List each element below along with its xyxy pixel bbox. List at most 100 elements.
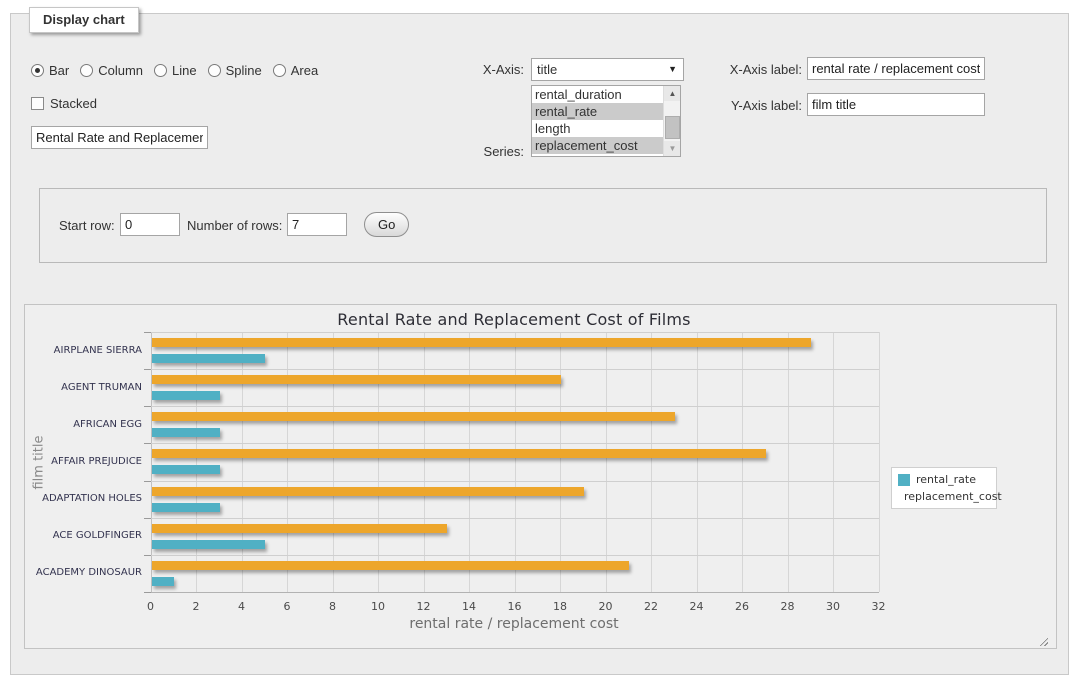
scrollbar-thumb[interactable] bbox=[665, 116, 680, 139]
bar-replacement_cost-6 bbox=[152, 561, 630, 570]
y-axis-label-caption: Y-Axis label: bbox=[669, 98, 802, 113]
x-axis-label-input[interactable] bbox=[807, 57, 985, 80]
x-axis-select[interactable]: title ▼ bbox=[531, 58, 684, 81]
chart-title: Rental Rate and Replacement Cost of Film… bbox=[150, 310, 878, 329]
gridline-v bbox=[333, 332, 334, 592]
bar-rental_rate-0 bbox=[152, 354, 266, 363]
radio-icon[interactable] bbox=[154, 64, 167, 77]
gridline-v bbox=[697, 332, 698, 592]
x-tick-label: 12 bbox=[409, 600, 439, 613]
x-tick-label: 30 bbox=[818, 600, 848, 613]
go-button[interactable]: Go bbox=[364, 212, 409, 237]
y-axis-tick bbox=[144, 555, 151, 556]
series-scrollbar[interactable]: ▲ ▼ bbox=[663, 86, 680, 156]
x-tick-label: 6 bbox=[272, 600, 302, 613]
gridline-h bbox=[151, 443, 879, 444]
legend-label: replacement_cost bbox=[904, 490, 1002, 503]
gridline-v bbox=[742, 332, 743, 592]
gridline-h bbox=[151, 332, 879, 333]
num-rows-input[interactable] bbox=[287, 213, 347, 236]
gridline-v bbox=[378, 332, 379, 592]
radio-icon[interactable] bbox=[273, 64, 286, 77]
gridline-v bbox=[788, 332, 789, 592]
chart-type-radio-group: Bar Column Line Spline Area bbox=[31, 63, 318, 78]
radio-label: Column bbox=[98, 63, 143, 78]
radio-label: Spline bbox=[226, 63, 262, 78]
bar-rental_rate-4 bbox=[152, 503, 220, 512]
gridline-h bbox=[151, 406, 879, 407]
x-tick-label: 10 bbox=[363, 600, 393, 613]
radio-icon[interactable] bbox=[80, 64, 93, 77]
category-label: ADAPTATION HOLES bbox=[25, 493, 142, 504]
scrollbar-down-icon[interactable]: ▼ bbox=[664, 141, 681, 156]
gridline-h bbox=[151, 592, 879, 593]
bar-replacement_cost-1 bbox=[152, 375, 561, 384]
chart-type-radio-column[interactable]: Column bbox=[80, 63, 143, 78]
x-axis-title: rental rate / replacement cost bbox=[150, 616, 878, 632]
chart-type-radio-area[interactable]: Area bbox=[273, 63, 318, 78]
x-tick-label: 22 bbox=[636, 600, 666, 613]
series-option-replacement_cost[interactable]: replacement_cost bbox=[532, 137, 663, 154]
y-axis-label-input[interactable] bbox=[807, 93, 985, 116]
bar-rental_rate-3 bbox=[152, 465, 220, 474]
display-chart-fieldset: Display chart BarColumnLineSplineArea St… bbox=[10, 13, 1069, 675]
x-tick-label: 18 bbox=[545, 600, 575, 613]
category-label: AIRPLANE SIERRA bbox=[25, 345, 142, 356]
x-tick-label: 16 bbox=[500, 600, 530, 613]
x-tick-label: 32 bbox=[864, 600, 894, 613]
bar-rental_rate-1 bbox=[152, 391, 220, 400]
x-tick-label: 4 bbox=[227, 600, 257, 613]
series-option-length[interactable]: length bbox=[532, 120, 663, 137]
gridline-v bbox=[424, 332, 425, 592]
radio-icon[interactable] bbox=[31, 64, 44, 77]
gridline-v bbox=[606, 332, 607, 592]
gridline-v bbox=[515, 332, 516, 592]
y-axis-tick bbox=[144, 369, 151, 370]
gridline-v bbox=[651, 332, 652, 592]
stacked-checkbox[interactable] bbox=[31, 97, 44, 110]
start-row-input[interactable] bbox=[120, 213, 180, 236]
stacked-checkbox-row[interactable]: Stacked bbox=[31, 96, 97, 111]
bar-replacement_cost-0 bbox=[152, 338, 812, 347]
bar-replacement_cost-5 bbox=[152, 524, 448, 533]
radio-label: Bar bbox=[49, 63, 69, 78]
y-axis-tick bbox=[144, 332, 151, 333]
gridline-v bbox=[287, 332, 288, 592]
bar-rental_rate-6 bbox=[152, 577, 175, 586]
gridline-h bbox=[151, 518, 879, 519]
gridline-h bbox=[151, 481, 879, 482]
legend-item-rental_rate[interactable]: rental_rate bbox=[898, 473, 990, 486]
bar-replacement_cost-3 bbox=[152, 449, 766, 458]
x-tick-label: 20 bbox=[591, 600, 621, 613]
x-tick-label: 0 bbox=[136, 600, 166, 613]
chart-type-radio-line[interactable]: Line bbox=[154, 63, 197, 78]
chart-type-radio-spline[interactable]: Spline bbox=[208, 63, 262, 78]
bar-replacement_cost-2 bbox=[152, 412, 675, 421]
legend-item-replacement_cost[interactable]: replacement_cost bbox=[898, 490, 990, 503]
x-tick-label: 14 bbox=[454, 600, 484, 613]
chart-panel: Rental Rate and Replacement Cost of Film… bbox=[24, 304, 1057, 649]
chart-title-input[interactable] bbox=[31, 126, 208, 149]
y-axis-tick bbox=[144, 443, 151, 444]
resize-grip-icon[interactable] bbox=[1037, 635, 1048, 646]
stacked-label: Stacked bbox=[50, 96, 97, 111]
bar-rental_rate-5 bbox=[152, 540, 266, 549]
series-option-rental_duration[interactable]: rental_duration bbox=[532, 86, 663, 103]
row-range-panel: Start row: Number of rows: Go bbox=[39, 188, 1047, 263]
x-axis-selected-value: title bbox=[537, 62, 557, 77]
series-listbox[interactable]: rental_durationrental_ratelengthreplacem… bbox=[531, 85, 681, 157]
legend-swatch bbox=[898, 474, 910, 486]
series-option-rental_rate[interactable]: rental_rate bbox=[532, 103, 663, 120]
gridline-h bbox=[151, 555, 879, 556]
gridline-v bbox=[879, 332, 880, 592]
num-rows-label: Number of rows: bbox=[187, 218, 284, 233]
radio-icon[interactable] bbox=[208, 64, 221, 77]
gridline-v bbox=[151, 332, 152, 592]
legend: rental_rate replacement_cost bbox=[891, 467, 997, 509]
category-label: AFFAIR PREJUDICE bbox=[25, 456, 142, 467]
radio-label: Line bbox=[172, 63, 197, 78]
gridline-v bbox=[833, 332, 834, 592]
chart-type-radio-bar[interactable]: Bar bbox=[31, 63, 69, 78]
radio-label: Area bbox=[291, 63, 318, 78]
gridline-h bbox=[151, 369, 879, 370]
